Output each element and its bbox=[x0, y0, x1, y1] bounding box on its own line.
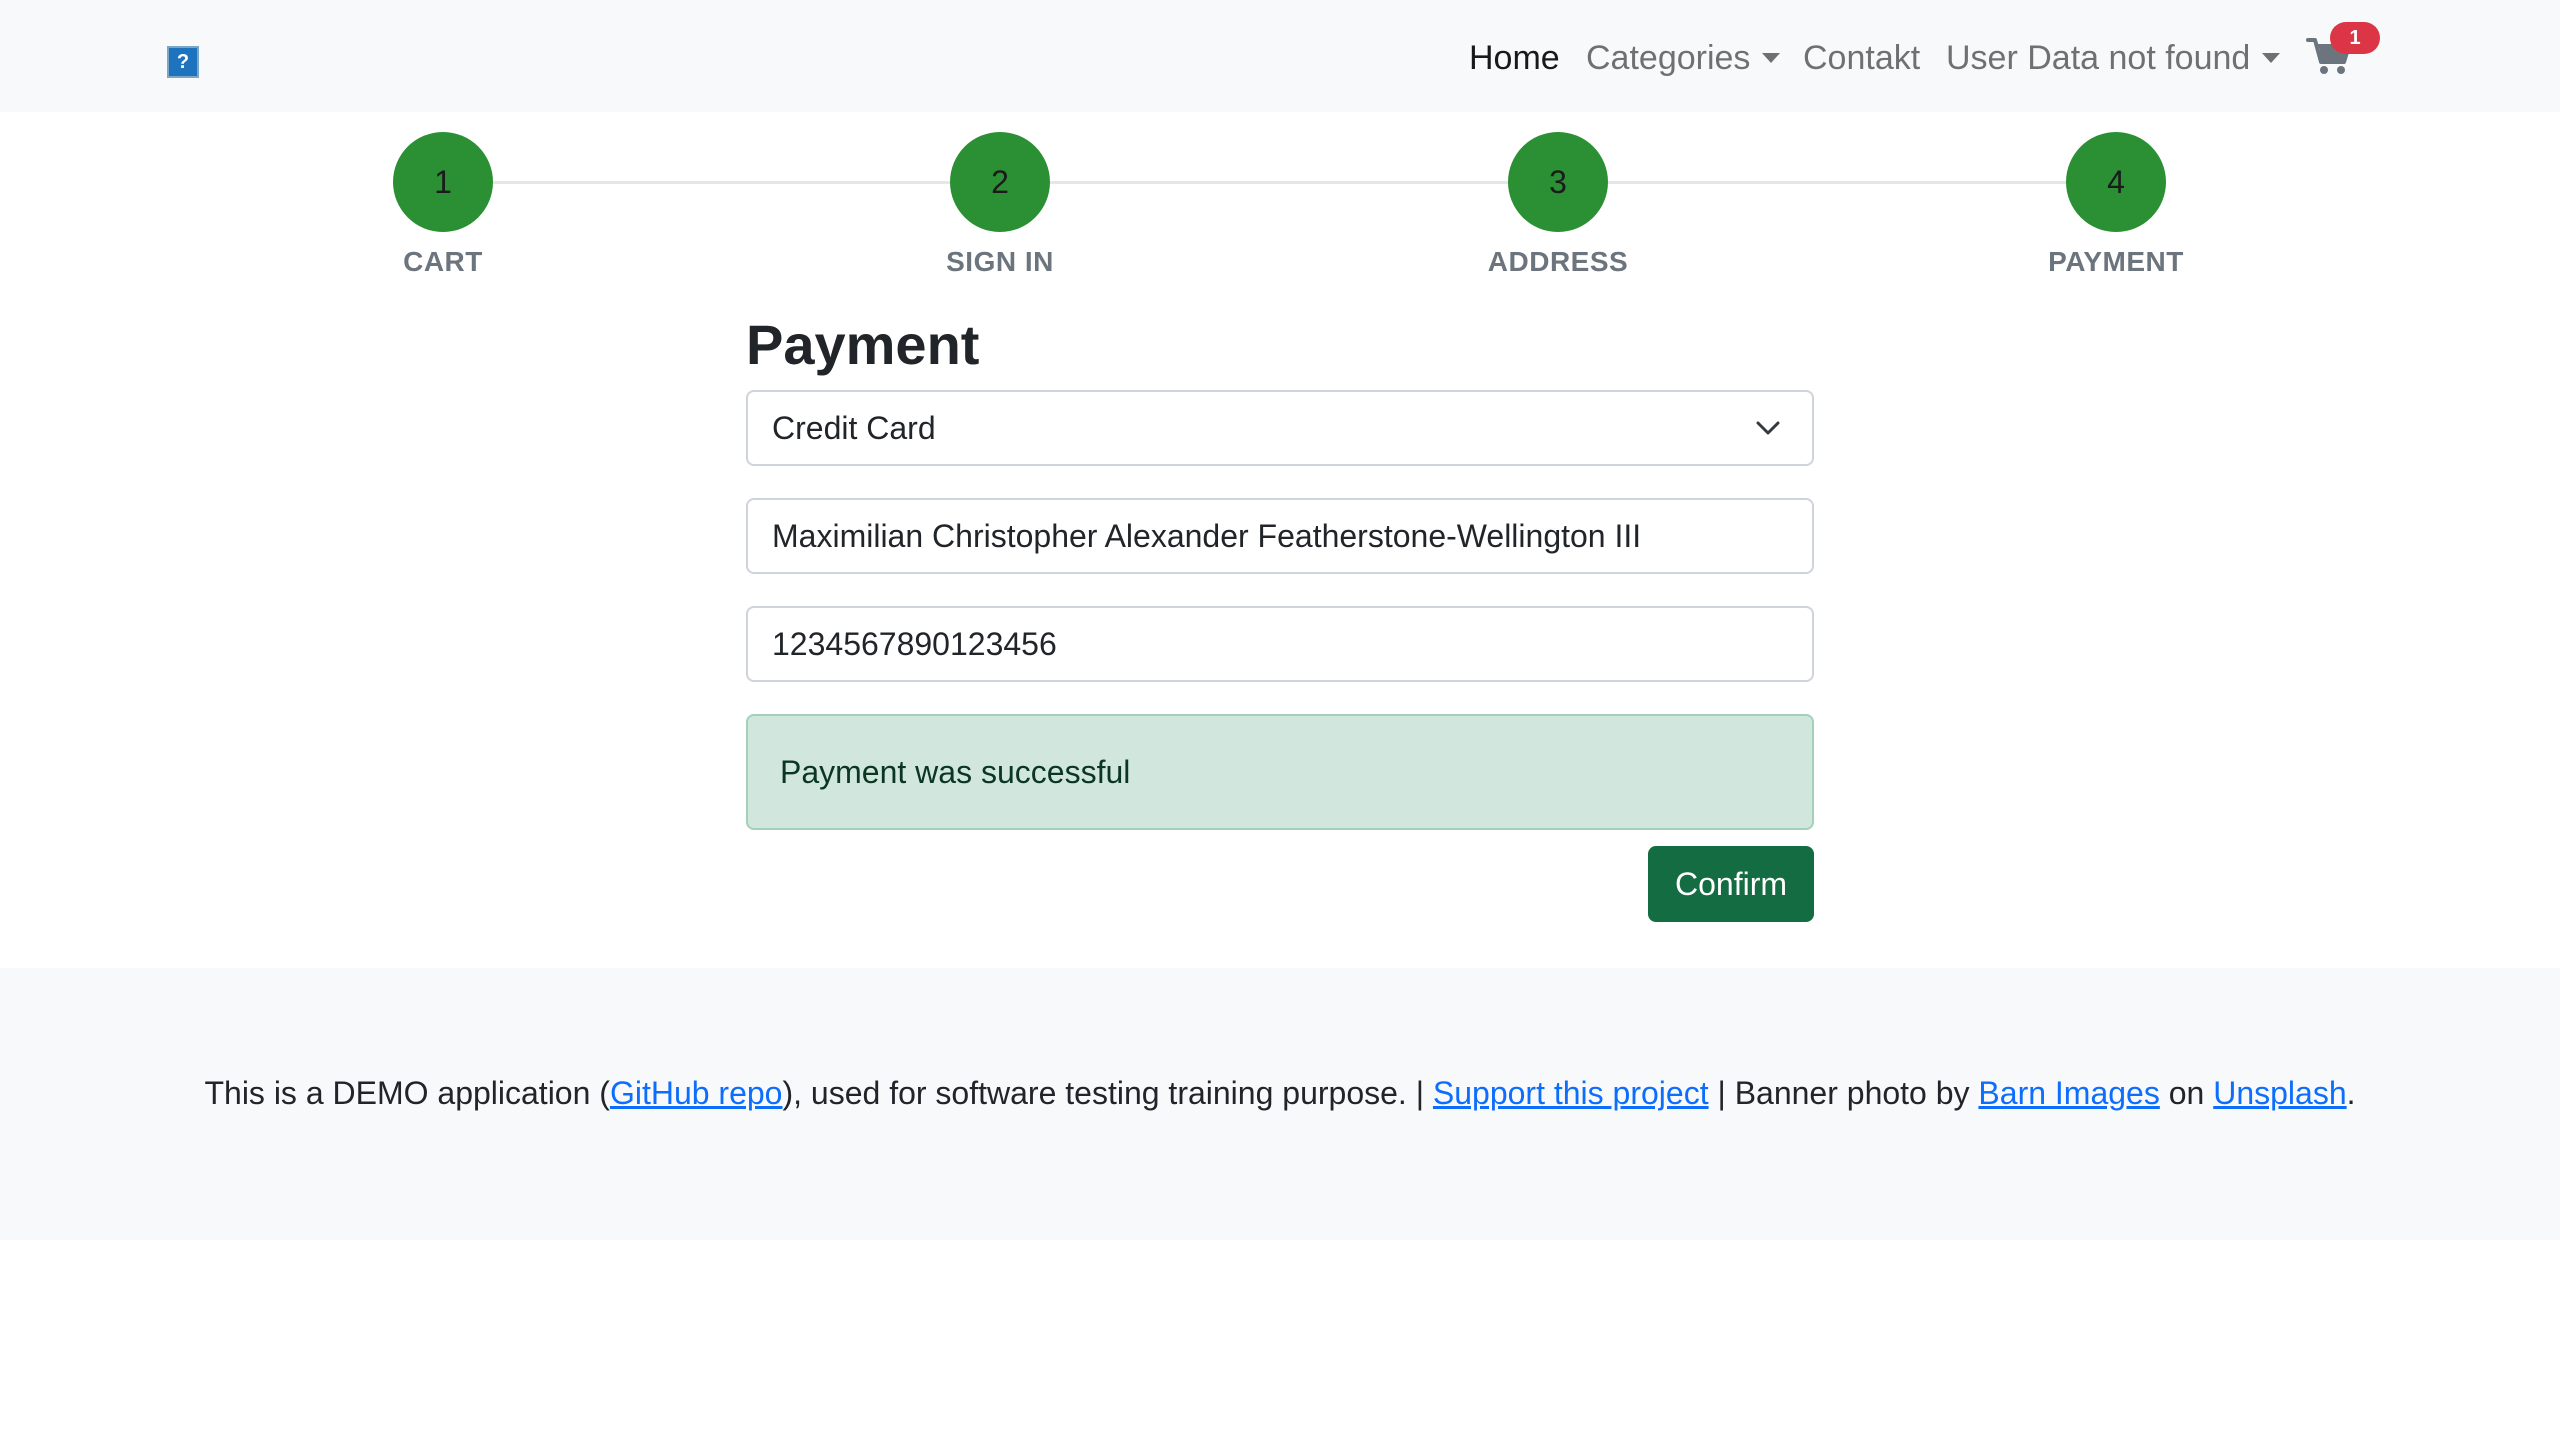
page-title: Payment bbox=[746, 313, 980, 376]
support-project-link[interactable]: Support this project bbox=[1433, 1075, 1709, 1111]
nav-categories-dropdown[interactable]: Categories bbox=[1586, 34, 1781, 82]
nav-user-dropdown[interactable]: User Data not found bbox=[1946, 34, 2281, 82]
card-number-value: 1234567890123456 bbox=[772, 626, 1057, 662]
payment-method-value: Credit Card bbox=[772, 410, 936, 446]
step-2-circle: 2 bbox=[950, 132, 1050, 232]
stepper-connector-line bbox=[443, 181, 2117, 184]
nav-home-link[interactable]: Home bbox=[1469, 34, 1560, 82]
step-1-circle: 1 bbox=[393, 132, 493, 232]
github-repo-link[interactable]: GitHub repo bbox=[610, 1075, 783, 1111]
caret-down-icon bbox=[1762, 53, 1781, 64]
barn-images-link[interactable]: Barn Images bbox=[1978, 1075, 2159, 1111]
caret-down-icon bbox=[2262, 53, 2281, 64]
step-1-label: CART bbox=[403, 246, 483, 277]
top-navbar: ? Home Categories Contakt User Data not … bbox=[0, 0, 2560, 112]
chevron-down-icon bbox=[1756, 421, 1780, 435]
step-4-label: PAYMENT bbox=[2048, 246, 2184, 277]
confirm-button[interactable]: Confirm bbox=[1648, 846, 1814, 922]
cardholder-name-field[interactable]: Maximilian Christopher Alexander Feather… bbox=[746, 498, 1814, 574]
step-4-circle: 4 bbox=[2066, 132, 2166, 232]
step-3-circle: 3 bbox=[1508, 132, 1608, 232]
footer-text-part: ), used for software testing training pu… bbox=[782, 1075, 1433, 1111]
payment-success-alert: Payment was successful bbox=[746, 714, 1814, 830]
step-2-label: SIGN IN bbox=[946, 246, 1054, 277]
cardholder-name-value: Maximilian Christopher Alexander Feather… bbox=[772, 518, 1642, 554]
cart-count-badge: 1 bbox=[2330, 22, 2380, 54]
card-number-field[interactable]: 1234567890123456 bbox=[746, 606, 1814, 682]
footer-text-part: | Banner photo by bbox=[1708, 1075, 1979, 1111]
footer-text-part: . bbox=[2346, 1075, 2356, 1111]
footer-text-part: on bbox=[2159, 1075, 2214, 1111]
brand-logo-icon[interactable]: ? bbox=[167, 46, 199, 78]
step-3-label: ADDRESS bbox=[1487, 246, 1629, 277]
footer-text: This is a DEMO application (GitHub repo)… bbox=[0, 1068, 2560, 1118]
page-footer: This is a DEMO application (GitHub repo)… bbox=[0, 968, 2560, 1240]
alert-message: Payment was successful bbox=[780, 754, 1131, 790]
payment-method-select[interactable]: Credit Card bbox=[746, 390, 1814, 466]
footer-text-part: This is a DEMO application ( bbox=[204, 1075, 610, 1111]
unsplash-link[interactable]: Unsplash bbox=[2213, 1075, 2346, 1111]
nav-contact-link[interactable]: Contakt bbox=[1803, 34, 1920, 82]
nav-categories-label: Categories bbox=[1586, 39, 1751, 77]
nav-user-label: User Data not found bbox=[1946, 39, 2251, 77]
